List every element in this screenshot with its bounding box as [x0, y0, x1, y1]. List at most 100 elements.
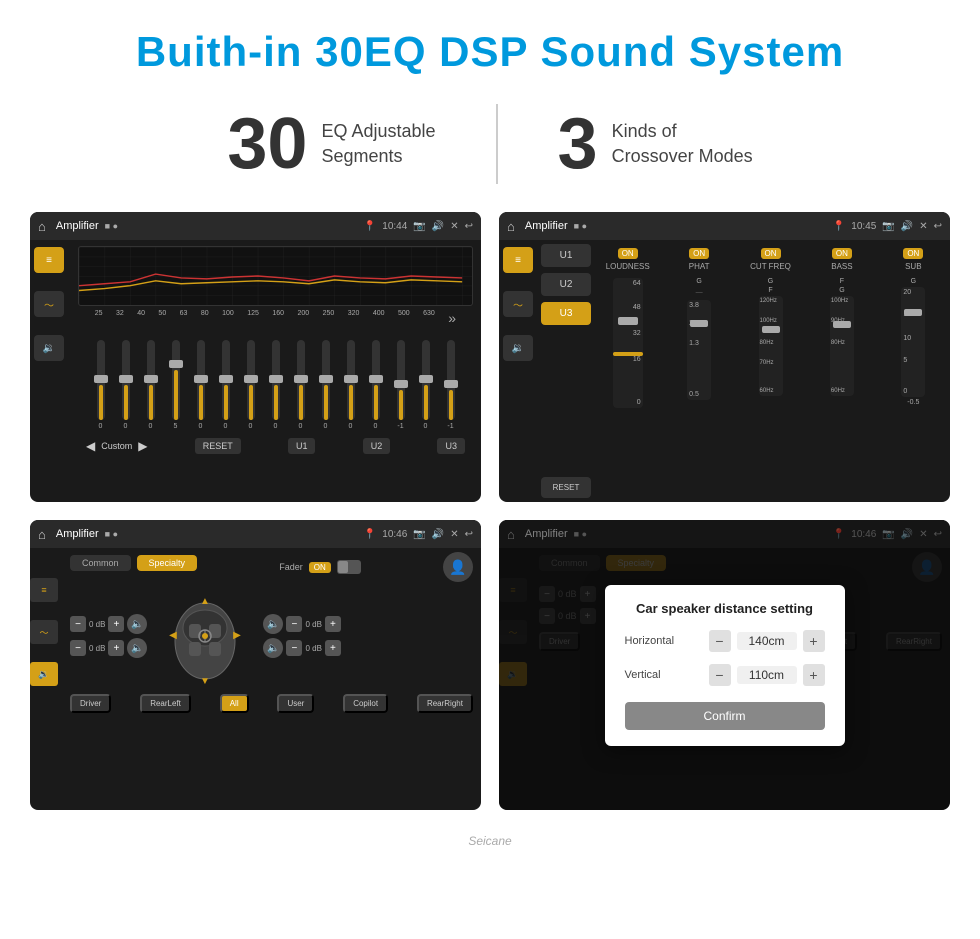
dialog-input-horizontal: − 140cm +	[709, 630, 825, 652]
u3-button-1[interactable]: U3	[437, 438, 465, 454]
arr-icon-2: ↩	[934, 221, 942, 232]
reset-button-1[interactable]: RESET	[195, 438, 241, 454]
wave-icon[interactable]: 〜	[34, 291, 64, 317]
fader-slider[interactable]	[337, 560, 361, 574]
topbar-title-3: Amplifier	[56, 528, 99, 540]
reset-preset[interactable]: RESET	[541, 477, 591, 498]
left-top-minus[interactable]: −	[70, 616, 86, 632]
speaker-icon-3[interactable]: 🔉	[30, 662, 58, 686]
fader-on-badge[interactable]: ON	[309, 562, 331, 573]
u3-preset[interactable]: U3	[541, 302, 591, 325]
right-top-minus[interactable]: −	[286, 616, 302, 632]
u2-preset[interactable]: U2	[541, 273, 591, 296]
on-badge-phat[interactable]: ON	[689, 248, 709, 259]
speaker-diagram-row: − 0 dB + 🔈 − 0 dB + 🔈	[62, 582, 481, 690]
on-badge-sub[interactable]: ON	[903, 248, 923, 259]
dialog-box: Car speaker distance setting Horizontal …	[605, 585, 845, 746]
u1-button-1[interactable]: U1	[288, 438, 316, 454]
sub-controls: G 20 15 10 5 0 -0.5	[901, 278, 925, 406]
crossover-presets: U1 U2 U3 RESET	[541, 244, 591, 498]
bass-slider[interactable]: 100Hz 90Hz 80Hz 60Hz	[830, 296, 854, 396]
on-badge-loudness[interactable]: ON	[618, 248, 638, 259]
eq-slider-13: 0	[422, 340, 430, 430]
wave-icon-2[interactable]: 〜	[503, 291, 533, 317]
eq-icon-2[interactable]: ≡	[503, 247, 533, 273]
horizontal-plus-btn[interactable]: +	[803, 630, 825, 652]
screen-crossover: ⌂ Amplifier ■ ● 📍 10:45 📷 🔊 ✕ ↩ ≡ 〜 🔉 U1…	[499, 212, 950, 502]
all-btn-3[interactable]: All	[220, 694, 249, 713]
speaker-header: Common Specialty Fader ON 👤	[62, 548, 481, 582]
on-badge-bass[interactable]: ON	[832, 248, 852, 259]
left-bottom-plus[interactable]: +	[108, 640, 124, 656]
crossover-content: U1 U2 U3 RESET ON LOUDNESS 64 48 32	[537, 240, 950, 502]
right-bottom-plus[interactable]: +	[325, 640, 341, 656]
tab-specialty-3[interactable]: Specialty	[137, 555, 198, 571]
vol-icon-3: 🔊	[432, 529, 444, 540]
loudness-slider[interactable]: 64 48 32 16 0	[613, 278, 643, 408]
right-bottom-vol: 🔈 − 0 dB +	[263, 638, 340, 658]
phat-controls: G — 3.8 2.1 1.3 0.5	[687, 278, 711, 400]
phat-slider[interactable]: 3.8 2.1 1.3 0.5	[687, 300, 711, 400]
arr-icon-1: ↩	[465, 221, 473, 232]
location-icon-3: 📍	[364, 529, 376, 540]
driver-btn-3[interactable]: Driver	[70, 694, 111, 713]
screens-grid: ⌂ Amplifier ■ ● 📍 10:44 📷 🔊 ✕ ↩ ≡ 〜 🔉	[0, 212, 980, 830]
eq-icon-3[interactable]: ≡	[30, 578, 58, 602]
vertical-minus-btn[interactable]: −	[709, 664, 731, 686]
eq-slider-6: 0	[247, 340, 255, 430]
stats-row: 30 EQ Adjustable Segments 3 Kinds of Cro…	[0, 94, 980, 212]
right-top-db: 0 dB	[305, 620, 321, 629]
fader-label: Fader	[279, 562, 303, 572]
speaker-icon-2[interactable]: 🔉	[503, 335, 533, 361]
channel-cutfreq: ON CUT FREQ G F 120Hz 100Hz 80Hz 70Hz 60…	[738, 248, 803, 494]
horizontal-minus-btn[interactable]: −	[709, 630, 731, 652]
copilot-btn-3[interactable]: Copilot	[343, 694, 388, 713]
right-top-plus[interactable]: +	[325, 616, 341, 632]
screen-speaker: ⌂ Amplifier ■ ● 📍 10:46 📷 🔊 ✕ ↩ ≡ 〜 🔉	[30, 520, 481, 810]
u1-preset[interactable]: U1	[541, 244, 591, 267]
right-bottom-minus[interactable]: −	[286, 640, 302, 656]
topbar-title-2: Amplifier	[525, 220, 568, 232]
vertical-value: 110cm	[737, 666, 797, 684]
time-1: 10:44	[382, 221, 407, 232]
cutfreq-slider[interactable]: 120Hz 100Hz 80Hz 70Hz 60Hz	[759, 296, 783, 396]
eq-slider-1: 0	[122, 340, 130, 430]
horizontal-value: 140cm	[737, 632, 797, 650]
left-bottom-minus[interactable]: −	[70, 640, 86, 656]
on-badge-cutfreq[interactable]: ON	[761, 248, 781, 259]
speaker-icon[interactable]: 🔉	[34, 335, 64, 361]
prev-icon[interactable]: ◀	[86, 439, 95, 453]
home-icon-2[interactable]: ⌂	[507, 219, 515, 234]
wave-icon-3[interactable]: 〜	[30, 620, 58, 644]
tab-common-3[interactable]: Common	[70, 555, 131, 571]
sub-slider[interactable]: 20 15 10 5 0	[901, 287, 925, 397]
channels-area: ON LOUDNESS 64 48 32 16 0 ON	[595, 244, 946, 498]
stat-text-eq: EQ Adjustable Segments	[321, 119, 435, 169]
right-speaker-icon-top: 🔈	[263, 614, 283, 634]
left-top-plus[interactable]: +	[108, 616, 124, 632]
confirm-button[interactable]: Confirm	[625, 702, 825, 730]
right-vol-col: 🔈 − 0 dB + 🔈 − 0 dB +	[263, 614, 340, 658]
eq-slider-14: -1	[447, 340, 455, 430]
eq-bottom: ◀ Custom ▶ RESET U1 U2 U3	[78, 434, 473, 458]
vertical-plus-btn[interactable]: +	[803, 664, 825, 686]
home-icon-1[interactable]: ⌂	[38, 219, 46, 234]
topbar-2: ⌂ Amplifier ■ ● 📍 10:45 📷 🔊 ✕ ↩	[499, 212, 950, 240]
stat-number-crossover: 3	[558, 108, 598, 180]
eq-scroll-right[interactable]: »	[448, 310, 456, 326]
channel-label-sub: SUB	[905, 262, 921, 271]
rearleft-btn-3[interactable]: RearLeft	[140, 694, 191, 713]
car-diagram: ▲ ▼ ◀ ▶	[155, 586, 255, 686]
rearright-btn-3[interactable]: RearRight	[417, 694, 473, 713]
u2-button-1[interactable]: U2	[363, 438, 391, 454]
topbar-right-2: 📍 10:45 📷 🔊 ✕ ↩	[833, 221, 942, 232]
eq-content: 2532405063 80100125160200 25032040050063…	[70, 240, 481, 464]
channel-sub: ON SUB G 20 15 10 5 0 -0.5	[881, 248, 946, 494]
topbar-right-1: 📍 10:44 📷 🔊 ✕ ↩	[364, 221, 473, 232]
eq-icon[interactable]: ≡	[34, 247, 64, 273]
user-btn-3[interactable]: User	[277, 694, 314, 713]
home-icon-3[interactable]: ⌂	[38, 527, 46, 542]
eq-slider-11: 0	[372, 340, 380, 430]
eq-slider-7: 0	[272, 340, 280, 430]
play-icon[interactable]: ▶	[138, 439, 147, 453]
